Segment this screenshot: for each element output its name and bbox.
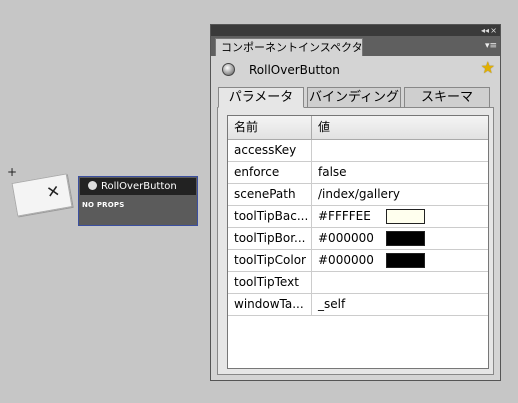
table-row[interactable]: windowTa... _self	[228, 294, 488, 316]
param-value-text: #000000	[318, 253, 374, 267]
component-icon	[88, 181, 97, 190]
parameters-content: 名前 値 accessKey enforce false scenePath /…	[217, 107, 494, 375]
panel-tab-row: コンポーネントインスペクタ ▾≡	[211, 36, 500, 56]
param-name: toolTipBor...	[228, 228, 312, 249]
collapse-icon[interactable]: ◂◂	[481, 25, 489, 36]
param-value-text: #FFFFEE	[318, 209, 371, 223]
param-name: enforce	[228, 162, 312, 183]
param-value[interactable]: #000000	[312, 228, 488, 249]
stage-placeholder-symbol[interactable]: ✕	[11, 173, 73, 217]
table-row[interactable]: scenePath /index/gallery	[228, 184, 488, 206]
panel-titlebar[interactable]: ◂◂ ×	[211, 25, 500, 36]
param-value[interactable]: _self	[312, 294, 488, 315]
param-name: toolTipText	[228, 272, 312, 293]
placeholder-x-icon: ✕	[45, 180, 62, 203]
stage-component-noprops: NO PROPS	[82, 201, 125, 209]
tab-bindings[interactable]: バインディング	[307, 87, 401, 108]
tab-schema[interactable]: スキーマ	[404, 87, 490, 108]
stage-component-instance[interactable]: RollOverButton NO PROPS	[78, 176, 198, 226]
star-icon[interactable]: ★	[481, 59, 495, 77]
param-value[interactable]: #FFFFEE	[312, 206, 488, 227]
table-row[interactable]: toolTipColor #000000	[228, 250, 488, 272]
close-icon[interactable]: ×	[490, 25, 497, 36]
param-value[interactable]: false	[312, 162, 488, 183]
registration-crosshair: +	[7, 165, 18, 179]
table-row[interactable]: accessKey	[228, 140, 488, 162]
grid-header: 名前 値	[228, 116, 488, 140]
table-row[interactable]: enforce false	[228, 162, 488, 184]
param-value[interactable]	[312, 140, 488, 161]
param-value[interactable]: /index/gallery	[312, 184, 488, 205]
component-icon	[222, 63, 235, 76]
color-swatch[interactable]	[386, 209, 425, 224]
param-value-text: #000000	[318, 231, 374, 245]
param-value[interactable]	[312, 272, 488, 293]
param-name: toolTipColor	[228, 250, 312, 271]
table-row[interactable]: toolTipBor... #000000	[228, 228, 488, 250]
color-swatch[interactable]	[386, 253, 425, 268]
header-name[interactable]: 名前	[228, 116, 312, 139]
panel-tab-component-inspector[interactable]: コンポーネントインスペクタ	[215, 38, 363, 56]
tab-parameters[interactable]: パラメータ	[218, 87, 304, 108]
component-name: RollOverButton	[249, 63, 340, 77]
component-header: RollOverButton ★	[211, 56, 500, 84]
component-inspector-panel: ◂◂ × コンポーネントインスペクタ ▾≡ RollOverButton ★ パ…	[210, 24, 501, 381]
table-row[interactable]: toolTipBac... #FFFFEE	[228, 206, 488, 228]
param-name: scenePath	[228, 184, 312, 205]
param-name: windowTa...	[228, 294, 312, 315]
inspector-tabs: パラメータ バインディング スキーマ	[217, 87, 500, 108]
panel-menu-icon[interactable]: ▾≡	[485, 39, 497, 53]
param-name: toolTipBac...	[228, 206, 312, 227]
color-swatch[interactable]	[386, 231, 425, 246]
stage-component-bar: RollOverButton	[80, 178, 196, 195]
header-value[interactable]: 値	[312, 116, 488, 139]
table-row[interactable]: toolTipText	[228, 272, 488, 294]
stage-component-label: RollOverButton	[101, 181, 177, 192]
parameters-grid: 名前 値 accessKey enforce false scenePath /…	[227, 115, 489, 369]
param-value[interactable]: #000000	[312, 250, 488, 271]
param-name: accessKey	[228, 140, 312, 161]
